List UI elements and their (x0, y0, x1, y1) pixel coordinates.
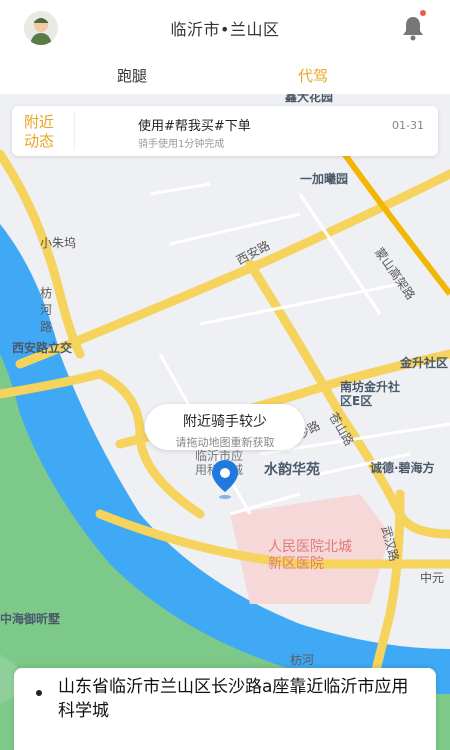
map-label-zhongyuan: 中元 (420, 571, 445, 585)
map-label-huayuan: 鑫大花园 (285, 94, 334, 104)
nearby-divider (74, 112, 75, 150)
nearby-message: 使用#帮我买#下单 (138, 119, 251, 134)
map-label-yijia: 一加曦园 (300, 172, 349, 186)
nearby-activity-card[interactable]: 附近动态 使用#帮我买#下单 骑手使用1分钟完成 01-31 (12, 106, 438, 156)
map-label-chengde: 诚德·碧海方 (370, 461, 435, 475)
map-label-fanghe: 枋河路 (40, 286, 53, 334)
location-pin-icon[interactable] (211, 460, 239, 500)
map-label-fanghe-river: 枋河 (290, 653, 315, 667)
rider-availability-bubble: 附近骑手较少 请拖动地图重新获取 (145, 404, 305, 450)
bell-icon[interactable] (400, 14, 426, 42)
nearby-date: 01-31 (392, 119, 424, 132)
map-label-zhonghai: 中海御昕墅 (0, 612, 61, 626)
map-label-jinsheng: 金升社区 (400, 356, 449, 370)
bubble-subtitle: 请拖动地图重新获取 (175, 436, 275, 449)
notification-dot (420, 10, 426, 16)
map-label-nanfang: 南坊金升社区E区 (340, 380, 401, 408)
city-title[interactable]: 临沂市•兰山区 (0, 16, 450, 40)
tab-daijia[interactable]: 代驾 (298, 65, 328, 86)
map-label-xian-bridge: 西安路立交 (12, 341, 73, 355)
address-card[interactable]: 山东省临沂市兰山区长沙路a座靠近临沂市应用科学城 (14, 668, 436, 750)
nearby-subtitle: 骑手使用1分钟完成 (138, 139, 225, 150)
service-tabs: 跑腿 代驾 (0, 56, 450, 94)
tab-paotui[interactable]: 跑腿 (117, 65, 147, 86)
bubble-title: 附近骑手较少 (183, 414, 267, 430)
map-label-xiaozhu: 小朱坞 (40, 236, 77, 250)
map-label-shuiyun: 水韵华苑 (264, 462, 320, 478)
map-label-hospital: 人民医院北城新区医院 (268, 539, 352, 572)
app-header: 临沂市•兰山区 (0, 0, 450, 56)
nearby-label: 附近动态 (24, 113, 55, 150)
address-text: 山东省临沂市兰山区长沙路a座靠近临沂市应用科学城 (58, 677, 409, 721)
address-dot-icon (36, 690, 42, 696)
